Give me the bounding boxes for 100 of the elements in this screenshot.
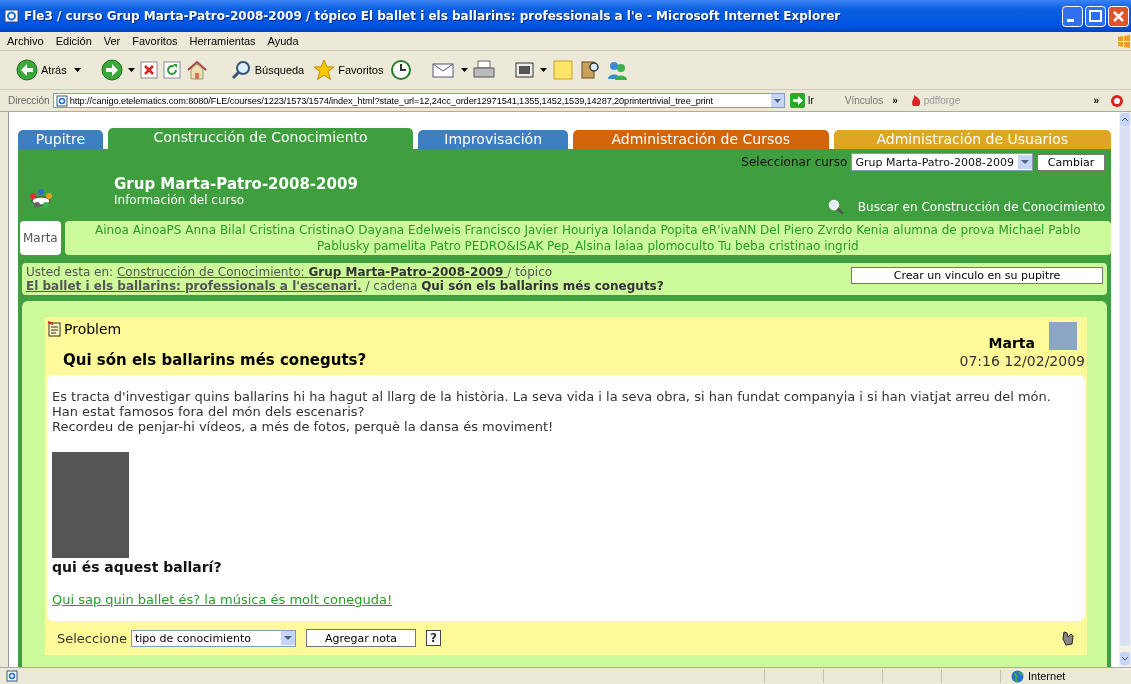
member-link[interactable]: alumna de prova xyxy=(893,223,995,237)
address-label: Dirección xyxy=(8,95,50,106)
member-link[interactable]: Ainoa xyxy=(95,223,129,237)
member-link[interactable]: eR'ivaNN xyxy=(701,223,757,237)
body-text: Recordeu de penjar-hi vídeos, a més de fotos, perquè la dansa és moviment! xyxy=(52,419,555,434)
chevron[interactable]: » xyxy=(1093,95,1099,106)
member-link[interactable]: PEDRO&ISAK xyxy=(464,239,544,253)
note-title: Qui són els ballarins més coneguts? xyxy=(63,351,367,369)
window-title: Fle3 / curso Grup Marta-Patro-2008-2009 / tópico El ballet i els ballarins: professionals a l'e - Microsoft Internet Explorer xyxy=(24,9,842,23)
member-link[interactable]: Kenia xyxy=(856,223,890,237)
globe-icon xyxy=(1011,669,1024,683)
author-name: Marta xyxy=(988,335,1035,351)
add-note-button[interactable]: Agregar nota xyxy=(305,629,416,647)
stop-icon[interactable] xyxy=(139,61,158,79)
member-link[interactable]: Michael xyxy=(998,223,1045,237)
menu-item[interactable]: Archivo xyxy=(6,35,45,47)
browser-icon xyxy=(4,8,20,24)
search-icon xyxy=(229,59,252,81)
hand-pointer-icon[interactable] xyxy=(1061,630,1075,646)
history-icon[interactable] xyxy=(390,59,413,81)
member-link[interactable]: Francisco Javier xyxy=(464,223,559,237)
member-link[interactable]: laiaa xyxy=(614,239,644,253)
timestamp: 07:16 12/02/2009 xyxy=(959,353,1085,369)
edit-icon[interactable] xyxy=(515,61,536,79)
menu-item[interactable]: Herramientas xyxy=(188,35,257,47)
member-link[interactable]: Popita xyxy=(660,223,698,237)
member-link[interactable]: Pablusky xyxy=(317,239,370,253)
maximize-icon[interactable] xyxy=(1085,5,1106,27)
help-button[interactable]: ? xyxy=(425,630,441,646)
member-link[interactable]: AinoaPS xyxy=(132,223,182,237)
nav-tab[interactable]: Pupitre xyxy=(18,130,103,149)
member-link[interactable]: Cristina xyxy=(249,223,296,237)
image-caption: qui és aquest ballarí? xyxy=(52,560,223,575)
search-icon xyxy=(827,199,844,215)
caret-icon[interactable] xyxy=(73,67,81,73)
member-link[interactable]: Zvrdo xyxy=(817,223,853,237)
chevron[interactable]: » xyxy=(892,95,898,106)
go-button[interactable]: Ir xyxy=(789,93,814,108)
breadcrumb-link[interactable]: Construcción de Conocimiento: Grup Marta-Patro-2008-2009 xyxy=(116,265,508,279)
member-link[interactable]: ingrid xyxy=(824,239,859,253)
menu-item[interactable]: Favoritos xyxy=(131,35,179,47)
member-link[interactable]: Anna xyxy=(185,223,217,237)
menu-item[interactable]: Ver xyxy=(102,35,122,47)
pdfforge-link[interactable]: pdfforge xyxy=(910,94,961,107)
address-field[interactable]: http://canigo.etelematics.com:8080/FLE/courses/1223/1573/1574/index_html?state_url=12,24cc_order12971541,1355,1452,1539,14287,20printertrivial_tree_print xyxy=(52,93,785,108)
body-link[interactable]: Qui sap quin ballet és? la música és molt coneguda! xyxy=(52,592,393,607)
course-select-label: Seleccionar curso xyxy=(741,155,848,169)
go-arrow-icon xyxy=(789,93,805,108)
course-info: Información del curso xyxy=(114,193,246,207)
menu-item[interactable]: Edición xyxy=(54,35,93,47)
scrollbar[interactable] xyxy=(1119,112,1131,670)
member-link[interactable]: pamelita xyxy=(373,239,427,253)
knowledge-type-select[interactable]: tipo de conocimiento xyxy=(130,629,296,647)
minimize-icon[interactable] xyxy=(1062,5,1083,27)
avatar-placeholder xyxy=(1049,322,1077,350)
member-link[interactable]: cristinao xyxy=(768,239,821,253)
favorites-button[interactable]: Favoritos xyxy=(311,57,386,83)
printer-icon[interactable] xyxy=(473,60,496,80)
member-link[interactable]: Bilal xyxy=(219,223,246,237)
breadcrumb: Usted esta en: Construcción de Conocimiento: Grup Marta-Patro-2008-2009 / tópico El ballet i els ballarins: professionals a l'escenari. / cadena Qui són els ballarins més coneguts? xyxy=(26,265,665,293)
nav-tab[interactable]: Improvisación xyxy=(418,130,568,149)
member-link[interactable]: plomoculto xyxy=(647,239,715,253)
course-select[interactable]: Grup Marta-Patro-2008-2009 xyxy=(851,153,1033,171)
member-link[interactable]: Houriya xyxy=(561,223,609,237)
back-button[interactable]: Atrás xyxy=(14,57,69,83)
create-link-button[interactable]: Crear un vinculo en su pupitre xyxy=(851,267,1103,284)
page-status-icon xyxy=(6,670,18,682)
current-user[interactable]: Marta xyxy=(20,221,61,255)
member-link[interactable]: Pablo xyxy=(1048,223,1081,237)
member-link[interactable]: Dayana xyxy=(358,223,405,237)
member-link[interactable]: CristinaO xyxy=(299,223,355,237)
star-icon xyxy=(313,59,336,81)
member-link[interactable]: Iolanda xyxy=(612,223,657,237)
close-icon[interactable] xyxy=(1108,5,1129,27)
nav-tab[interactable]: Construcción de Conocimiento xyxy=(107,128,414,149)
group-table-icon xyxy=(28,186,54,209)
member-link[interactable]: Del Piero xyxy=(760,223,814,237)
security-zone: Internet xyxy=(1028,670,1066,682)
nav-tab[interactable]: Administración de Cursos xyxy=(573,130,829,149)
toolbar-icon[interactable] xyxy=(1110,93,1124,108)
caret-icon[interactable] xyxy=(127,67,135,73)
mail-icon[interactable] xyxy=(432,60,457,80)
home-icon[interactable] xyxy=(185,59,208,81)
page-icon xyxy=(55,94,68,107)
member-link[interactable]: Patro xyxy=(430,239,461,253)
member-link[interactable]: Edelweis xyxy=(408,223,461,237)
research-icon[interactable] xyxy=(579,59,602,81)
course-title: Grup Marta-Patro-2008-2009 xyxy=(114,175,359,193)
member-link[interactable]: Pep_Alsina xyxy=(547,239,611,253)
menu-item[interactable]: Ayuda xyxy=(266,35,300,47)
change-button[interactable]: Cambiar xyxy=(1037,153,1105,171)
body-text: Es tracta d'investigar quins ballarins hi ha hagut al llarg de la història. La seva vida i la seva obra, si han fundat companyia i si han viatjat arreu del món. Han estat famosos fora del món dels escenaris? xyxy=(52,389,1052,419)
search-button[interactable]: Búsqueda xyxy=(227,57,307,83)
breadcrumb-link[interactable]: El ballet i els ballarins: professionals a l'escenari. xyxy=(26,279,362,293)
caret-icon[interactable] xyxy=(540,67,548,73)
caret-icon[interactable] xyxy=(461,67,469,73)
nav-tab[interactable]: Administración de Usuarios xyxy=(833,130,1111,149)
member-link[interactable]: Tu beba xyxy=(718,239,766,253)
search-link[interactable]: Buscar en Construcción de Conocimiento xyxy=(857,200,1105,214)
refresh-icon[interactable] xyxy=(162,61,181,79)
